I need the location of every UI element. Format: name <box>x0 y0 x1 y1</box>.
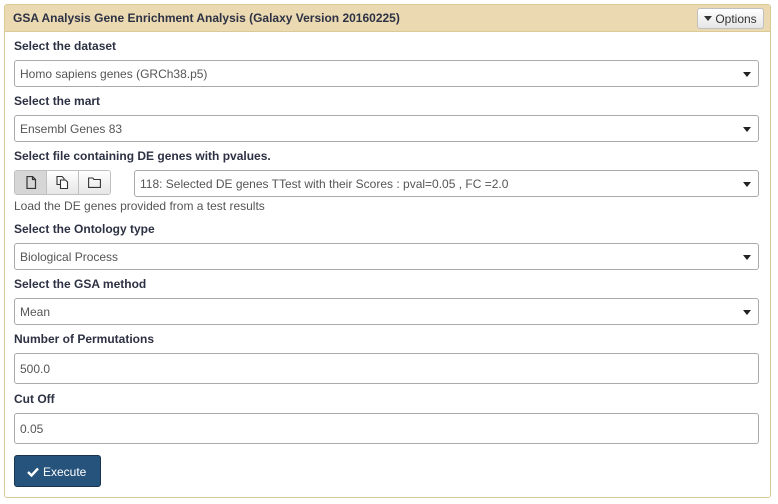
method-label: Select the GSA method <box>14 277 147 291</box>
method-select[interactable]: Mean <box>14 298 759 325</box>
ontology-select[interactable]: Biological Process <box>14 243 759 270</box>
single-dataset-button[interactable] <box>15 171 47 194</box>
dataset-label: Select the dataset <box>14 39 117 53</box>
chevron-down-icon <box>743 72 751 77</box>
folder-icon <box>88 177 101 188</box>
de-file-select-value: 118: Selected DE genes TTest with their … <box>140 177 509 191</box>
de-file-help: Load the DE genes provided from a test r… <box>14 199 265 213</box>
tool-form-header: GSA Analysis Gene Enrichment Analysis (G… <box>5 5 770 32</box>
de-file-select[interactable]: 118: Selected DE genes TTest with their … <box>134 170 759 197</box>
chevron-down-icon <box>743 310 751 315</box>
mart-select[interactable]: Ensembl Genes 83 <box>14 115 759 142</box>
ontology-select-value: Biological Process <box>20 250 119 264</box>
chevron-down-icon <box>743 182 751 187</box>
dataset-select[interactable]: Homo sapiens genes (GRCh38.p5) <box>14 60 759 87</box>
options-label: Options <box>715 12 757 26</box>
multiple-datasets-button[interactable] <box>47 171 79 194</box>
ontology-label: Select the Ontology type <box>14 222 155 236</box>
method-select-value: Mean <box>20 305 51 319</box>
single-dataset-icon <box>25 176 36 189</box>
mart-select-value: Ensembl Genes 83 <box>20 122 123 136</box>
dataset-mode-toggle <box>14 170 111 195</box>
chevron-down-icon <box>743 255 751 260</box>
dataset-select-value: Homo sapiens genes (GRCh38.p5) <box>20 67 208 81</box>
execute-button[interactable]: Execute <box>14 455 101 487</box>
permutations-input[interactable]: 500.0 <box>14 353 759 384</box>
de-file-label: Select file containing DE genes with pva… <box>14 149 271 163</box>
execute-label: Execute <box>43 465 87 479</box>
cutoff-input[interactable]: 0.05 <box>14 413 759 444</box>
tool-title: GSA Analysis Gene Enrichment Analysis (G… <box>13 11 400 25</box>
mart-label: Select the mart <box>14 94 101 108</box>
cutoff-label: Cut Off <box>14 392 55 406</box>
permutations-value: 500.0 <box>20 362 51 376</box>
cutoff-value: 0.05 <box>20 422 44 436</box>
multiple-datasets-icon <box>56 176 69 189</box>
permutations-label: Number of Permutations <box>14 332 155 346</box>
chevron-down-icon <box>743 127 751 132</box>
checkmark-icon <box>27 467 39 478</box>
options-button[interactable]: Options <box>697 8 764 29</box>
dataset-collection-button[interactable] <box>79 171 110 194</box>
caret-down-icon <box>704 16 713 22</box>
